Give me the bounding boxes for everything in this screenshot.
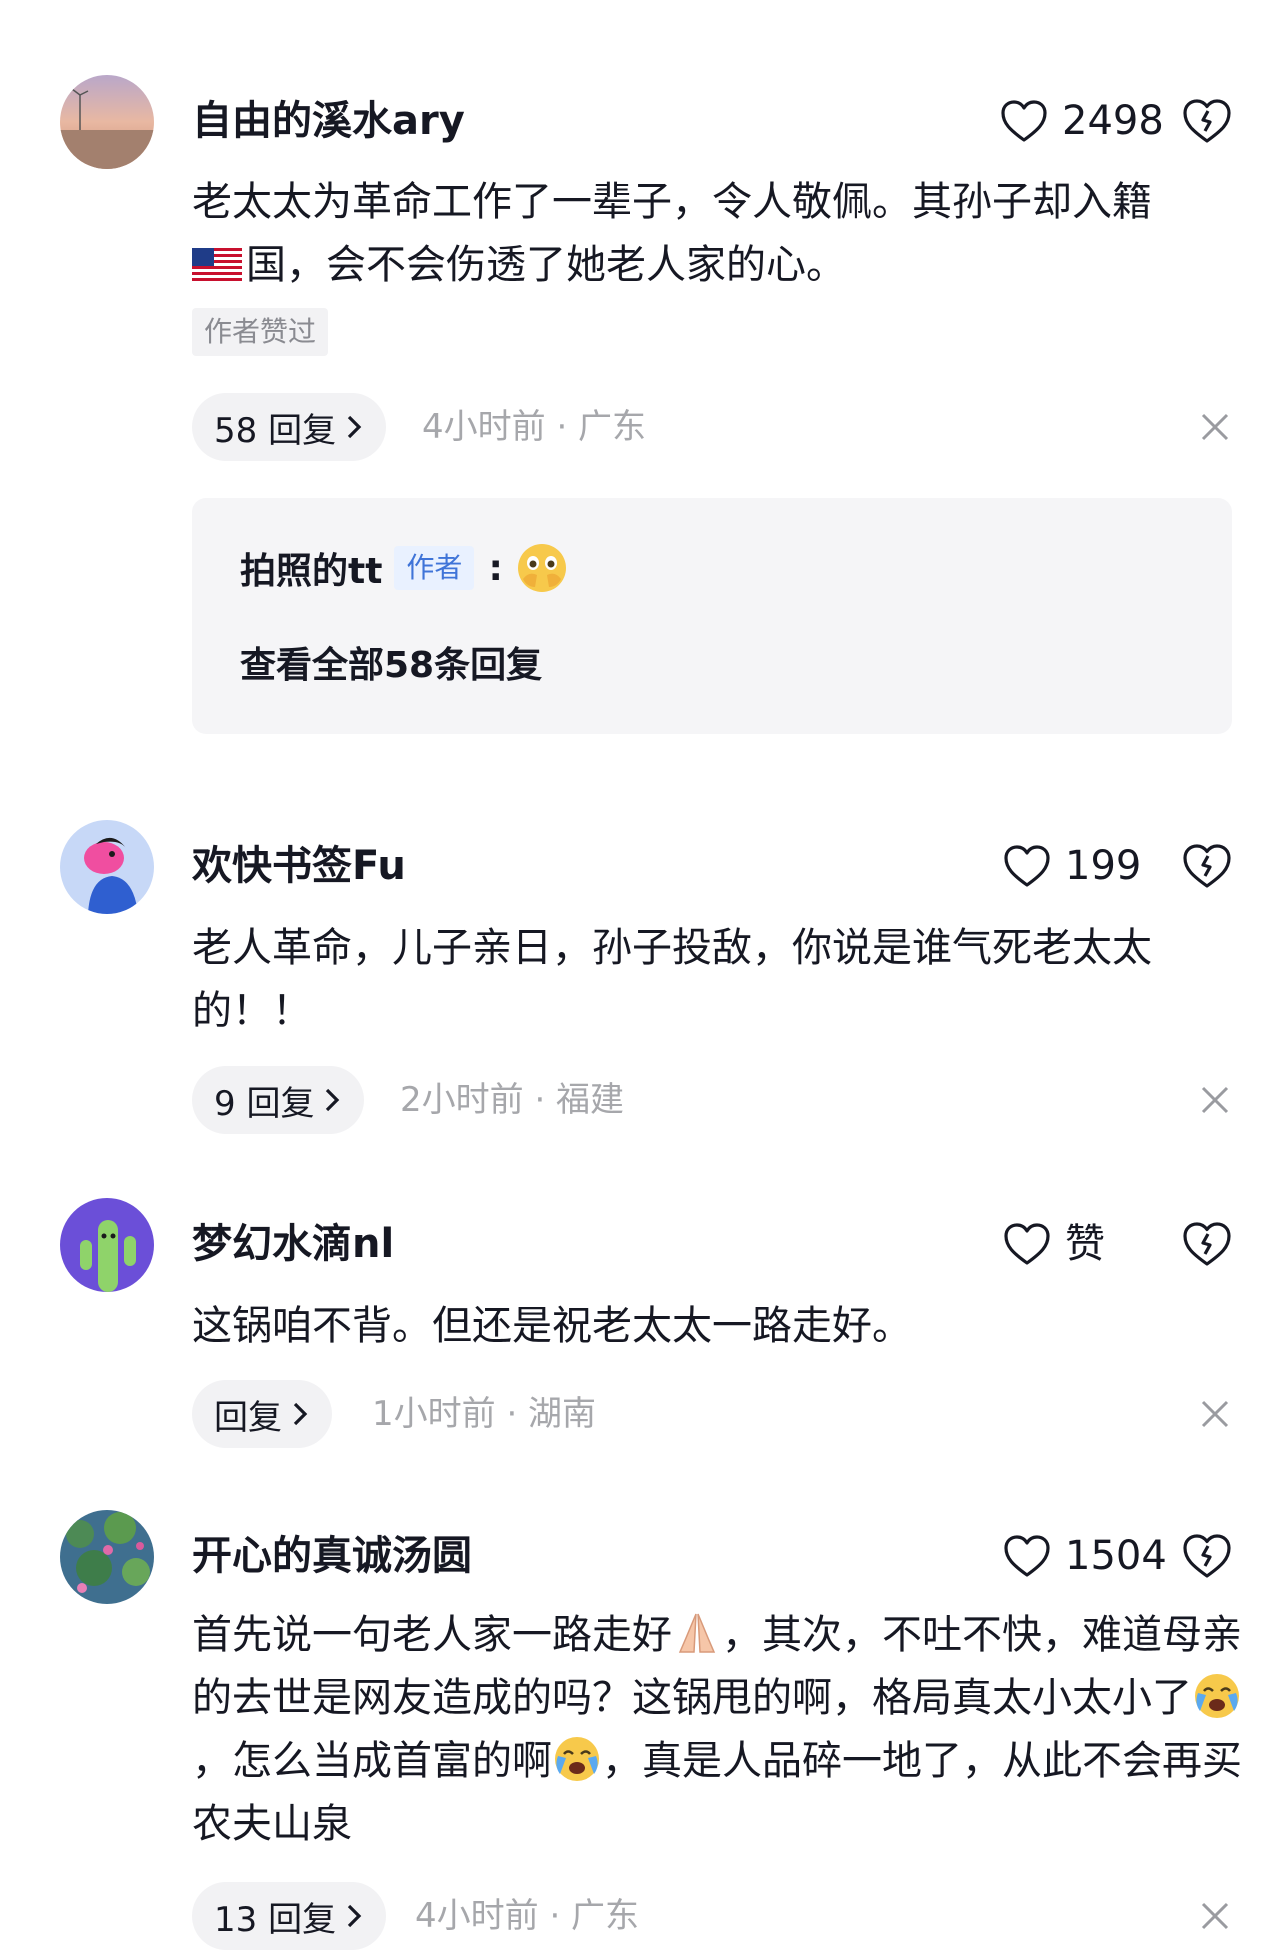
close-icon[interactable] bbox=[1200, 1901, 1230, 1931]
like-button[interactable]: 赞 bbox=[1003, 1216, 1105, 1272]
avatar-image-cactus bbox=[60, 1198, 154, 1292]
us-flag-icon bbox=[192, 248, 242, 282]
comment-meta: 4小时前 · 广东 bbox=[415, 1896, 640, 1936]
heart-outline-icon bbox=[1001, 100, 1047, 142]
comment-item: 欢快书签Fu 199 老人革命，儿子亲日，孙子投敌，你说是谁气死老太太的！！ 9… bbox=[0, 800, 1280, 1170]
heart-outline-icon bbox=[1004, 1535, 1050, 1577]
reply-count: 回复 bbox=[214, 1397, 282, 1438]
comment-text-span: 国，会不会伤透了她老人家的心。 bbox=[246, 242, 846, 288]
chevron-right-icon bbox=[347, 415, 362, 439]
username[interactable]: 梦幻水滴nl bbox=[192, 1220, 394, 1268]
comment-text: 这锅咱不背。但还是祝老太太一路走好。 bbox=[192, 1303, 912, 1349]
close-icon[interactable] bbox=[1200, 1399, 1230, 1429]
comment-meta: 2小时前 · 福建 bbox=[400, 1080, 625, 1120]
like-count: 1504 bbox=[1065, 1533, 1167, 1579]
folded-hands-emoji-icon bbox=[678, 1613, 716, 1653]
broken-heart-icon[interactable] bbox=[1182, 98, 1232, 144]
comment-text-span: 首先说一句老人家一路走好 bbox=[192, 1612, 672, 1658]
username[interactable]: 欢快书签Fu bbox=[192, 842, 406, 890]
crying-face-emoji-icon bbox=[1195, 1674, 1239, 1718]
replies-button[interactable]: 9 回复 bbox=[192, 1066, 365, 1134]
chevron-right-icon bbox=[293, 1402, 308, 1426]
avatar[interactable] bbox=[60, 820, 154, 914]
broken-heart-icon[interactable] bbox=[1182, 1221, 1232, 1267]
comment-text: 首先说一句老人家一路走好 ，其次，不吐不快，难道母亲的去世是网友造成的吗？这锅甩… bbox=[192, 1604, 1242, 1856]
like-button[interactable]: 199 bbox=[1003, 838, 1141, 894]
like-count: 199 bbox=[1065, 843, 1142, 889]
heart-outline-icon bbox=[1004, 845, 1050, 887]
reply-colon: : bbox=[488, 547, 503, 589]
comment-meta: 1小时前 · 湖南 bbox=[372, 1394, 597, 1434]
heart-outline-icon bbox=[1004, 1223, 1050, 1265]
face-holding-back-tears-emoji-icon bbox=[517, 544, 566, 592]
avatar-image-cartoon bbox=[60, 820, 154, 914]
reply-preview[interactable]: 拍照的tt 作者 : 查看全部58条回复 bbox=[192, 498, 1232, 734]
comment-meta: 4小时前 · 广东 bbox=[422, 407, 647, 447]
like-button[interactable]: 1504 bbox=[1003, 1528, 1167, 1584]
reply-preview-line: 拍照的tt 作者 : bbox=[240, 538, 569, 598]
like-label: 赞 bbox=[1065, 1221, 1105, 1267]
replies-button[interactable]: 58 回复 bbox=[192, 393, 387, 461]
like-count: 2498 bbox=[1062, 98, 1164, 144]
reply-count: 13 回复 bbox=[214, 1899, 337, 1940]
chevron-right-icon bbox=[326, 1088, 340, 1112]
reply-author-name[interactable]: 拍照的tt bbox=[240, 542, 382, 594]
comment-text: 老人革命，儿子亲日，孙子投敌，你说是谁气死老太太的！！ bbox=[192, 925, 1152, 1034]
comment-item: 梦幻水滴nl 赞 这锅咱不背。但还是祝老太太一路走好。 回复 1小时前 · 湖南 bbox=[0, 1178, 1280, 1478]
reply-count: 58 回复 bbox=[214, 410, 337, 451]
replies-button[interactable]: 回复 bbox=[192, 1380, 332, 1448]
comment-text-line: 老太太为革命工作了一辈子，令人敬佩。其孙子却入籍 bbox=[192, 179, 1152, 225]
avatar[interactable] bbox=[60, 1510, 154, 1604]
author-tag: 作者 bbox=[394, 546, 475, 590]
broken-heart-icon[interactable] bbox=[1182, 1533, 1232, 1579]
broken-heart-icon[interactable] bbox=[1182, 843, 1232, 889]
view-all-replies-link[interactable]: 查看全部58条回复 bbox=[240, 636, 542, 688]
comment-text-span: ，怎么当成首富的啊 bbox=[192, 1738, 552, 1784]
close-icon[interactable] bbox=[1200, 1085, 1230, 1115]
comment-text-line: 国，会不会伤透了她老人家的心。 bbox=[192, 234, 1242, 297]
comment-item: 开心的真诚汤圆 1504 首先说一句老人家一路走好 ，其次，不吐不快，难道母亲的… bbox=[0, 1490, 1280, 1951]
reply-count: 9 回复 bbox=[214, 1083, 315, 1124]
replies-button[interactable]: 13 回复 bbox=[192, 1882, 387, 1950]
comment-item: 自由的溪水ary 2498 老太太为革命工作了一辈子，令人敬佩。其孙子却入籍 国… bbox=[0, 0, 1280, 760]
username[interactable]: 自由的溪水ary bbox=[192, 97, 465, 145]
avatar-image-sunset bbox=[60, 75, 154, 169]
comment-text: 老太太为革命工作了一辈子，令人敬佩。其孙子却入籍 国，会不会伤透了她老人家的心。 bbox=[192, 171, 1242, 297]
chevron-right-icon bbox=[347, 1904, 362, 1928]
close-icon[interactable] bbox=[1200, 412, 1230, 442]
like-button[interactable]: 2498 bbox=[1000, 93, 1164, 149]
author-liked-badge: 作者赞过 bbox=[192, 308, 329, 356]
username[interactable]: 开心的真诚汤圆 bbox=[192, 1532, 472, 1580]
avatar[interactable] bbox=[60, 1198, 154, 1292]
avatar[interactable] bbox=[60, 75, 154, 169]
avatar-image-lotus-pond bbox=[60, 1510, 154, 1604]
crying-face-emoji-icon bbox=[555, 1737, 599, 1781]
